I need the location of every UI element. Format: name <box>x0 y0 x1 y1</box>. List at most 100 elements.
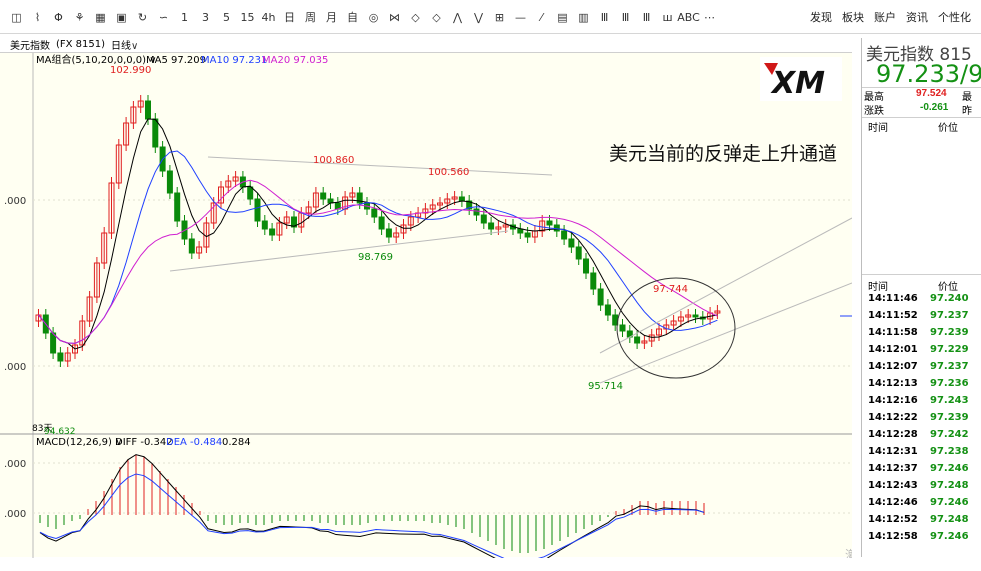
trade-price: 97.246 <box>930 463 969 474</box>
trade-row: 14:12:58 97.246 <box>862 531 981 548</box>
toolbar-tool-1[interactable]: ⌇ <box>27 8 48 26</box>
toolbar-tool-24[interactable]: — <box>510 8 531 26</box>
toolbar-tool-17[interactable]: ◎ <box>363 8 384 26</box>
trade-time: 14:12:31 <box>868 446 918 457</box>
toolbar-tool-32[interactable]: ABC <box>677 8 700 26</box>
toolbar-tool-20[interactable]: ◇ <box>426 8 447 26</box>
trade-time: 14:11:58 <box>868 327 918 338</box>
trade-price: 97.243 <box>930 395 969 406</box>
top-menu-item-3[interactable]: 资讯 <box>906 9 928 25</box>
candle-body <box>480 214 487 224</box>
ma20-legend: MA20 97.035 <box>262 55 328 66</box>
toolbar-tool-29[interactable]: Ⅲ <box>615 8 636 26</box>
candle-body <box>385 228 392 238</box>
col-price-header-2: 价位 <box>938 282 958 293</box>
toolbar-tool-8[interactable]: 1 <box>174 8 195 26</box>
toolbar-tool-13[interactable]: 日 <box>279 8 300 26</box>
trade-row: 14:11:52 97.237 <box>862 310 981 327</box>
toolbar-tool-26[interactable]: ▤ <box>552 8 573 26</box>
symbol-name: 美元指数 <box>10 40 50 52</box>
macd-y-tick-label: .000 <box>4 509 26 520</box>
toolbar-tool-21[interactable]: ⋀ <box>447 8 468 26</box>
toolbar-tool-18[interactable]: ⋈ <box>384 8 405 26</box>
candle-body <box>488 222 495 230</box>
candle-body <box>597 288 604 306</box>
top-menu-item-2[interactable]: 账户 <box>874 9 896 25</box>
candle-body <box>254 198 261 222</box>
macd-dea-line <box>39 473 705 558</box>
toolbar-tool-30[interactable]: Ⅲ <box>636 8 657 26</box>
trade-row: 14:12:43 97.248 <box>862 480 981 497</box>
toolbar-tool-4[interactable]: ▦ <box>90 8 111 26</box>
toolbar-tool-22[interactable]: ⋁ <box>468 8 489 26</box>
toolbar: ◫ ⌇ Φ ⚘ ▦ ▣ ↻ ∽ 1 3 5 15 4h 日周月自 ◎ ⋈ ◇ ◇ ⋀ ⋁ ⊞ — ⁄ ▤ ▥ Ⅲ Ⅲ Ⅲш ABC ⋯ 发… <box>0 0 981 34</box>
top-menu-item-1[interactable]: 板块 <box>842 9 864 25</box>
macd-value-legend: 0.284 <box>222 437 251 448</box>
quote-panel: 美元指数 815 97.233/9 最高 97.524 最 涨跌 -0.261 … <box>861 38 981 557</box>
candle-body <box>261 220 268 230</box>
period-selector[interactable]: 日线∨ <box>111 37 138 52</box>
toolbar-tool-23[interactable]: ⊞ <box>489 8 510 26</box>
top-menu-item-4[interactable]: 个性化 <box>938 9 971 25</box>
candlestick-chart[interactable]: .000.000.000.000MA组合(5,10,20,0,0,0) ∨MA5… <box>0 53 852 558</box>
toolbar-tool-10[interactable]: 5 <box>216 8 237 26</box>
macd-legend-label: MACD(12,26,9) ∨ <box>36 437 122 448</box>
toolbar-tool-3[interactable]: ⚘ <box>69 8 90 26</box>
trade-price: 97.239 <box>930 327 969 338</box>
trendline-upper <box>207 156 553 176</box>
toolbar-tool-12[interactable]: 4h <box>258 8 279 26</box>
col-price-header: 价位 <box>938 123 958 134</box>
candle-body <box>590 272 597 290</box>
price-label: 95.714 <box>588 381 623 392</box>
trade-price: 97.237 <box>930 310 969 321</box>
macd-diff-line <box>39 454 705 558</box>
trade-row: 14:12:01 97.229 <box>862 344 981 361</box>
col-time-header: 时间 <box>868 123 888 134</box>
top-menu-item-0[interactable]: 发现 <box>810 9 832 25</box>
toolbar-tool-7[interactable]: ∽ <box>153 8 174 26</box>
quote-bid-ask: 97.233/9 <box>876 60 981 88</box>
trade-row: 14:12:07 97.237 <box>862 361 981 378</box>
toolbar-tool-11[interactable]: 15 <box>237 8 258 26</box>
candle-body <box>473 208 480 216</box>
candle-body <box>517 228 524 234</box>
toolbar-tool-15[interactable]: 月 <box>321 8 342 26</box>
price-label: 97.744 <box>653 284 688 295</box>
trade-time: 14:11:52 <box>868 310 918 321</box>
chart-area[interactable]: .000.000.000.000 MA组合(5,10,20,0,0,0) ∨ MA5… <box>0 52 852 558</box>
price-label: 100.860 <box>313 155 354 166</box>
symbol-code: (FX 8151) <box>56 38 106 50</box>
toolbar-tool-9[interactable]: 3 <box>195 8 216 26</box>
toolbar-tool-33[interactable]: ⋯ <box>699 8 720 26</box>
period-label: 日线 <box>111 40 132 52</box>
y-tick-label: .000 <box>4 196 26 207</box>
toolbar-tool-14[interactable]: 周 <box>300 8 321 26</box>
toolbar-tool-0[interactable]: ◫ <box>6 8 27 26</box>
toolbar-tool-6[interactable]: ↻ <box>132 8 153 26</box>
trade-time: 14:12:13 <box>868 378 918 389</box>
low-price-label: 94.632 <box>44 427 76 437</box>
change-right-label: 昨 <box>962 106 972 117</box>
trade-time: 14:12:46 <box>868 497 918 508</box>
trade-time: 14:12:28 <box>868 429 918 440</box>
price-label: 102.990 <box>110 65 151 76</box>
toolbar-tool-27[interactable]: ▥ <box>573 8 594 26</box>
candle-body <box>458 196 465 202</box>
toolbar-tool-25[interactable]: ⁄ <box>531 8 552 26</box>
toolbar-tool-31[interactable]: ш <box>657 8 678 26</box>
toolbar-tool-28[interactable]: Ⅲ <box>594 8 615 26</box>
toolbar-tool-16[interactable]: 自 <box>342 8 363 26</box>
trade-row: 14:12:22 97.239 <box>862 412 981 429</box>
toolbar-tool-19[interactable]: ◇ <box>405 8 426 26</box>
candle-body <box>145 100 151 120</box>
trade-price: 97.240 <box>930 293 969 304</box>
toolbar-tool-5[interactable]: ▣ <box>111 8 132 26</box>
candle-body <box>247 186 254 200</box>
trade-row: 14:11:46 97.240 <box>862 293 981 310</box>
toolbar-tool-2[interactable]: Φ <box>48 8 69 26</box>
trade-row: 14:12:37 97.246 <box>862 463 981 480</box>
price-label: 98.769 <box>358 252 393 263</box>
candle-body <box>57 352 64 362</box>
candle-body <box>50 332 57 354</box>
candle-body <box>604 304 611 316</box>
